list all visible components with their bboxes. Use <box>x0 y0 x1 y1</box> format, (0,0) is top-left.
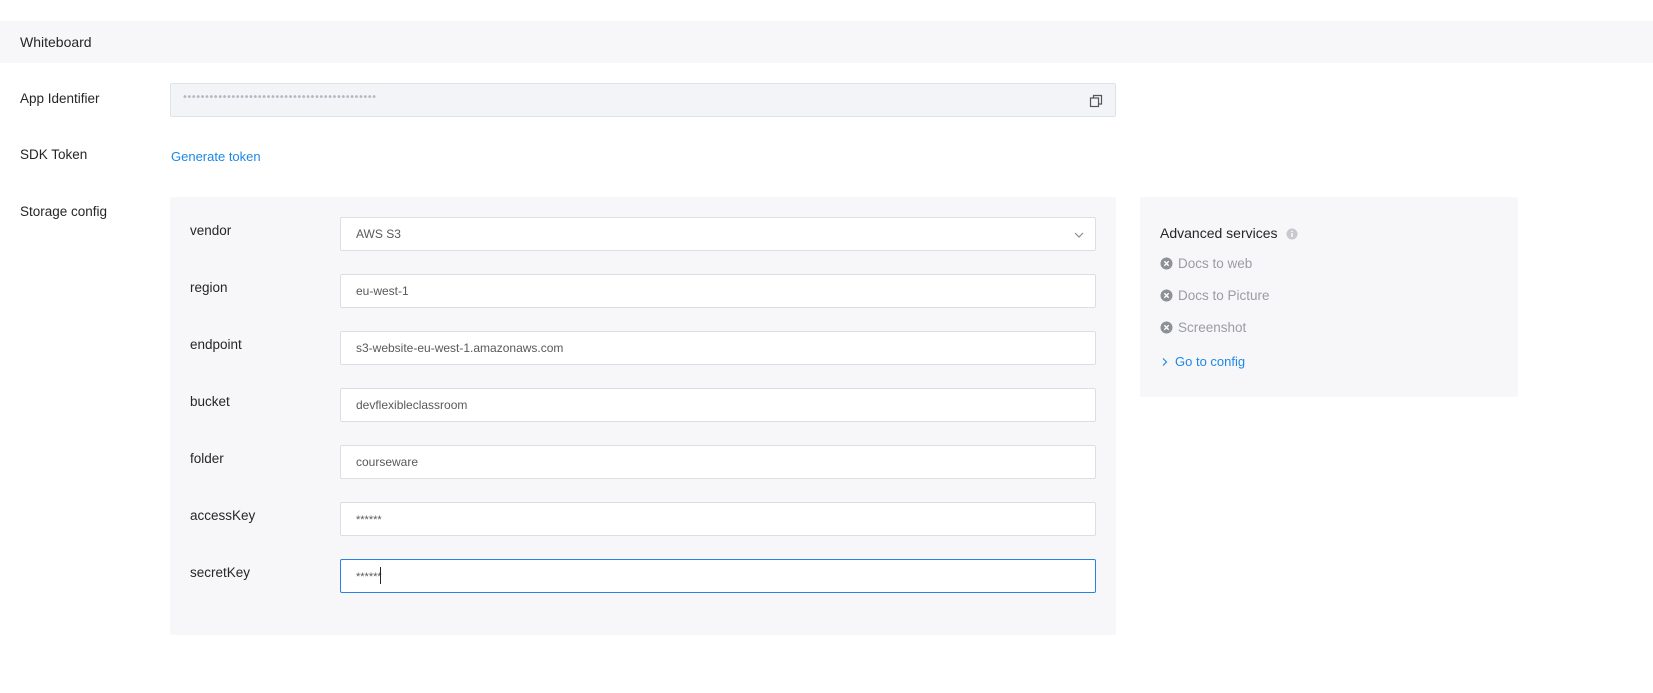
sdk-token-label: SDK Token <box>20 147 88 162</box>
region-label: region <box>190 280 228 295</box>
endpoint-input[interactable] <box>340 331 1096 365</box>
bucket-input[interactable] <box>340 388 1096 422</box>
copy-icon[interactable] <box>1089 94 1103 108</box>
go-to-config-link[interactable]: Go to config <box>1160 354 1245 369</box>
info-icon[interactable] <box>1286 227 1298 240</box>
service-label: Screenshot <box>1178 320 1247 335</box>
advanced-services-panel: Advanced services Docs to web Docs to Pi… <box>1140 197 1518 397</box>
go-to-config-label: Go to config <box>1175 354 1246 369</box>
secret-key-wrapper <box>340 559 1096 593</box>
close-circle-icon <box>1160 257 1173 270</box>
folder-label: folder <box>190 451 224 466</box>
storage-config-label: Storage config <box>20 204 108 219</box>
chevron-right-icon <box>1162 357 1168 366</box>
close-circle-icon <box>1160 321 1173 334</box>
chevron-down-icon <box>1073 229 1085 241</box>
generate-token-link[interactable]: Generate token <box>171 149 261 164</box>
bucket-label: bucket <box>190 394 230 409</box>
service-item-screenshot: Screenshot <box>1160 320 1246 335</box>
region-input[interactable] <box>340 274 1096 308</box>
service-label: Docs to Picture <box>1178 288 1270 303</box>
app-identifier-label: App Identifier <box>20 91 100 106</box>
storage-config-panel: vendor AWS S3 region endpoint bucket fol… <box>170 197 1116 635</box>
secret-key-label: secretKey <box>190 565 251 580</box>
vendor-select[interactable]: AWS S3 <box>340 217 1096 251</box>
vendor-selected-value: AWS S3 <box>356 227 401 241</box>
advanced-services-title: Advanced services <box>1160 225 1278 241</box>
service-label: Docs to web <box>1178 256 1253 271</box>
app-identifier-field: ••••••••••••••••••••••••••••••••••••••••… <box>170 83 1116 117</box>
access-key-input[interactable] <box>340 502 1096 536</box>
section-title: Whiteboard <box>20 34 92 50</box>
vendor-label: vendor <box>190 223 232 238</box>
advanced-services-heading: Advanced services <box>1160 225 1298 241</box>
service-item-docs-to-picture: Docs to Picture <box>1160 288 1270 303</box>
access-key-label: accessKey <box>190 508 256 523</box>
text-cursor <box>380 567 381 584</box>
section-header: Whiteboard <box>0 21 1653 63</box>
folder-input[interactable] <box>340 445 1096 479</box>
close-circle-icon <box>1160 289 1173 302</box>
app-identifier-masked-value: ••••••••••••••••••••••••••••••••••••••••… <box>182 92 377 103</box>
endpoint-label: endpoint <box>190 337 242 352</box>
secret-key-input[interactable] <box>340 559 1096 593</box>
service-item-docs-to-web: Docs to web <box>1160 256 1252 271</box>
